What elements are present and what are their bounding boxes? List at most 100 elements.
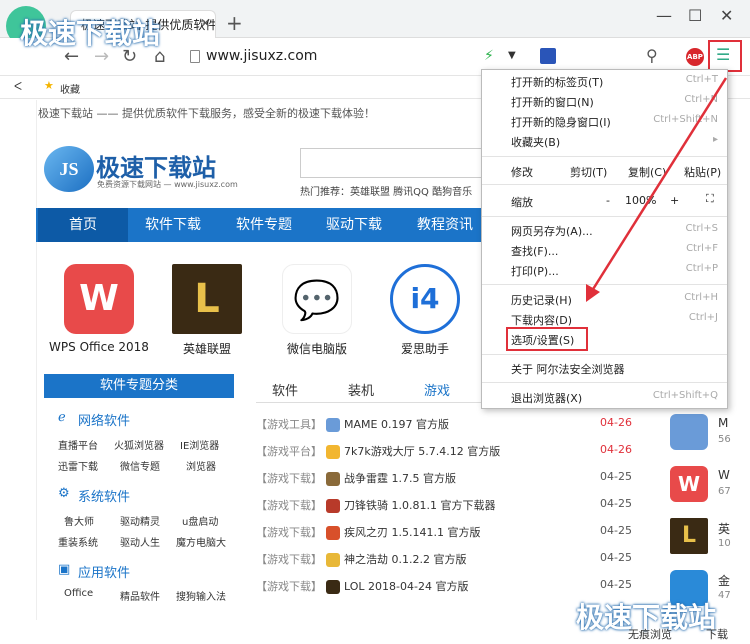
- menu-item[interactable]: 打印(P)...: [511, 263, 559, 279]
- row-title[interactable]: 战争雷霆 1.7.5 官方版: [344, 472, 456, 485]
- speed-icon[interactable]: ⚡: [484, 48, 494, 64]
- category-apps[interactable]: 应用软件: [78, 562, 130, 581]
- menu-about[interactable]: 关于 阿尔法安全浏览器: [511, 361, 625, 377]
- row-date: 04-25: [600, 470, 632, 483]
- tab-software[interactable]: 软件: [272, 380, 298, 399]
- favorites-label[interactable]: 收藏: [60, 81, 80, 96]
- row-tag: 【游戏下载】: [256, 553, 322, 566]
- category-network[interactable]: 网络软件: [78, 410, 130, 429]
- list-item[interactable]: 【游戏工具】 MAME 0.197 官方版: [256, 416, 486, 440]
- list-item[interactable]: 【游戏下载】 刀锋铁骑 1.0.81.1 官方下载器: [256, 497, 495, 521]
- category-link[interactable]: Office: [64, 588, 93, 599]
- close-button[interactable]: ✕: [720, 6, 733, 25]
- row-date: 04-25: [600, 578, 632, 591]
- site-logo-subtitle: 免费资源下载网站 — www.jisuxz.com: [97, 180, 238, 189]
- menu-separator: [482, 354, 727, 355]
- category-link[interactable]: 魔方电脑大: [176, 534, 226, 549]
- list-item[interactable]: 【游戏下载】 LOL 2018-04-24 官方版: [256, 578, 486, 602]
- nav-tutorials[interactable]: 教程资讯: [400, 208, 490, 242]
- site-search-input[interactable]: [300, 148, 490, 178]
- category-link[interactable]: 直播平台: [58, 437, 98, 452]
- category-link[interactable]: 驱动人生: [120, 534, 160, 549]
- page-icon: [190, 50, 200, 63]
- category-link[interactable]: IE浏览器: [180, 437, 219, 452]
- list-item[interactable]: 【游戏下载】 神之浩劫 0.1.2.2 官方版: [256, 551, 486, 575]
- app-wechat-icon[interactable]: 💬: [282, 264, 352, 334]
- app-lol-icon[interactable]: L: [172, 264, 242, 334]
- app-label[interactable]: 爱思助手: [370, 340, 480, 357]
- right-label: M: [718, 416, 729, 430]
- app-icon: [326, 526, 340, 540]
- category-link[interactable]: 微信专题: [120, 458, 160, 473]
- row-title[interactable]: 7k7k游戏大厅 5.7.4.12 官方版: [344, 445, 500, 458]
- nav-home[interactable]: 首页: [38, 208, 128, 242]
- row-date: 04-26: [600, 416, 632, 429]
- menu-item[interactable]: 收藏夹(B): [511, 134, 560, 150]
- incognito-label[interactable]: 无痕浏览: [628, 626, 672, 642]
- divider: [256, 402, 486, 403]
- site-logo-title[interactable]: 极速下载站: [96, 148, 216, 183]
- category-link[interactable]: 驱动精灵: [120, 513, 160, 528]
- app-icon: [326, 445, 340, 459]
- menu-edit-label[interactable]: 修改: [511, 164, 533, 180]
- thumb-lol-icon[interactable]: L: [670, 518, 708, 554]
- site-logo-badge[interactable]: JS: [44, 146, 94, 192]
- app-label[interactable]: WPS Office 2018: [44, 340, 154, 354]
- list-item[interactable]: 【游戏平台】 7k7k游戏大厅 5.7.4.12 官方版: [256, 443, 500, 467]
- search-icon[interactable]: ⚲: [646, 46, 658, 65]
- category-link[interactable]: u盘启动: [182, 513, 218, 528]
- category-link[interactable]: 精品软件: [120, 588, 160, 603]
- minimize-button[interactable]: —: [656, 6, 672, 25]
- row-title[interactable]: LOL 2018-04-24 官方版: [344, 580, 468, 593]
- category-system[interactable]: 系统软件: [78, 486, 130, 505]
- category-link[interactable]: 重装系统: [58, 534, 98, 549]
- nav-software[interactable]: 软件下载: [128, 208, 218, 242]
- maximize-button[interactable]: ☐: [688, 6, 702, 25]
- menu-separator: [482, 382, 727, 383]
- address-input[interactable]: www.jisuxz.com: [186, 44, 472, 70]
- category-link[interactable]: 搜狗输入法: [176, 588, 226, 603]
- list-item[interactable]: 【游戏下载】 战争雷霆 1.7.5 官方版: [256, 470, 486, 494]
- category-link[interactable]: 浏览器: [186, 458, 216, 473]
- category-link[interactable]: 迅雷下载: [58, 458, 98, 473]
- adblock-icon[interactable]: ABP: [686, 48, 704, 66]
- hot-recommend: 热门推荐：英雄联盟 腾讯QQ 酷狗音乐: [300, 187, 473, 198]
- category-link[interactable]: 鲁大师: [64, 513, 94, 528]
- app-label[interactable]: 微信电脑版: [262, 340, 372, 357]
- nav-topics[interactable]: 软件专题: [219, 208, 309, 242]
- row-title[interactable]: MAME 0.197 官方版: [344, 418, 449, 431]
- nav-drivers[interactable]: 驱动下载: [309, 208, 399, 242]
- app-icon: [326, 580, 340, 594]
- thumb-icon[interactable]: [670, 414, 708, 450]
- category-header: 软件专题分类: [44, 374, 234, 398]
- menu-item[interactable]: 下载内容(D): [511, 312, 572, 328]
- menu-zoom-label[interactable]: 缩放: [511, 194, 533, 210]
- row-date: 04-25: [600, 524, 632, 537]
- row-title[interactable]: 刀锋铁骑 1.0.81.1 官方下载器: [344, 499, 495, 512]
- tab-games[interactable]: 游戏: [424, 380, 450, 399]
- app-label[interactable]: 英雄联盟: [152, 340, 262, 357]
- row-tag: 【游戏下载】: [256, 526, 322, 539]
- row-tag: 【游戏下载】: [256, 580, 322, 593]
- menu-exit[interactable]: 退出浏览器(X): [511, 390, 582, 406]
- thumb-wps-icon[interactable]: W: [670, 466, 708, 502]
- sidebar-toggle-icon[interactable]: ᐸ: [14, 80, 22, 93]
- menu-shortcut: Ctrl+Shift+Q: [652, 390, 718, 401]
- menu-icon[interactable]: ☰: [716, 45, 730, 64]
- row-title[interactable]: 神之浩劫 0.1.2.2 官方版: [344, 553, 466, 566]
- download-label[interactable]: 下载: [706, 626, 728, 642]
- new-tab-button[interactable]: +: [226, 11, 243, 35]
- tab-install[interactable]: 装机: [348, 380, 374, 399]
- app-icon: [326, 472, 340, 486]
- right-label: 67: [718, 486, 731, 497]
- tab-close-icon[interactable]: ×: [200, 16, 211, 31]
- category-link[interactable]: 火狐浏览器: [114, 437, 164, 452]
- dropdown-icon[interactable]: ▼: [508, 50, 516, 61]
- list-item[interactable]: 【游戏下载】 疾风之刃 1.5.141.1 官方版: [256, 524, 486, 548]
- menu-item[interactable]: 查找(F)...: [511, 243, 558, 259]
- baidu-icon[interactable]: [540, 48, 556, 64]
- app-wps-icon[interactable]: W: [64, 264, 134, 334]
- app-i4-icon[interactable]: i4: [390, 264, 460, 334]
- row-title[interactable]: 疾风之刃 1.5.141.1 官方版: [344, 526, 480, 539]
- row-tag: 【游戏平台】: [256, 445, 322, 458]
